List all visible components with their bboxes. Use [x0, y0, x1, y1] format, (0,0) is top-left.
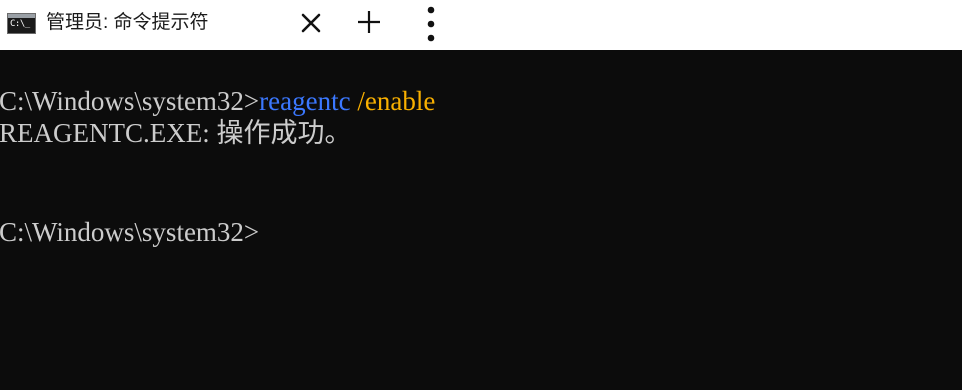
terminal-output[interactable]: C:\Windows\system32>reagentc /enable REA…	[0, 50, 962, 390]
tab-command-prompt[interactable]: C:\_ 管理员: 命令提示符	[0, 0, 340, 50]
more-vertical-icon	[427, 6, 435, 42]
close-icon	[301, 13, 321, 33]
dropdown-menu-button[interactable]	[414, 4, 448, 44]
command-name: reagentc	[259, 86, 351, 116]
icon-prompt-text: C:\_	[10, 19, 30, 29]
command-argument: /enable	[357, 86, 436, 116]
title-bar: C:\_ 管理员: 命令提示符	[0, 0, 962, 50]
icon-title-bar	[8, 14, 35, 18]
current-prompt: C:\Windows\system32>	[0, 217, 260, 247]
close-tab-button[interactable]	[296, 8, 326, 38]
new-tab-button[interactable]	[352, 5, 386, 39]
cmd-window-icon: C:\_	[7, 13, 36, 34]
tab-title: 管理员: 命令提示符	[46, 12, 209, 33]
command-line: C:\Windows\system32>reagentc /enable	[0, 85, 435, 117]
plus-icon	[358, 11, 380, 33]
prompt: C:\Windows\system32>	[0, 86, 260, 116]
output-line: REAGENTC.EXE: 操作成功。	[0, 118, 352, 148]
